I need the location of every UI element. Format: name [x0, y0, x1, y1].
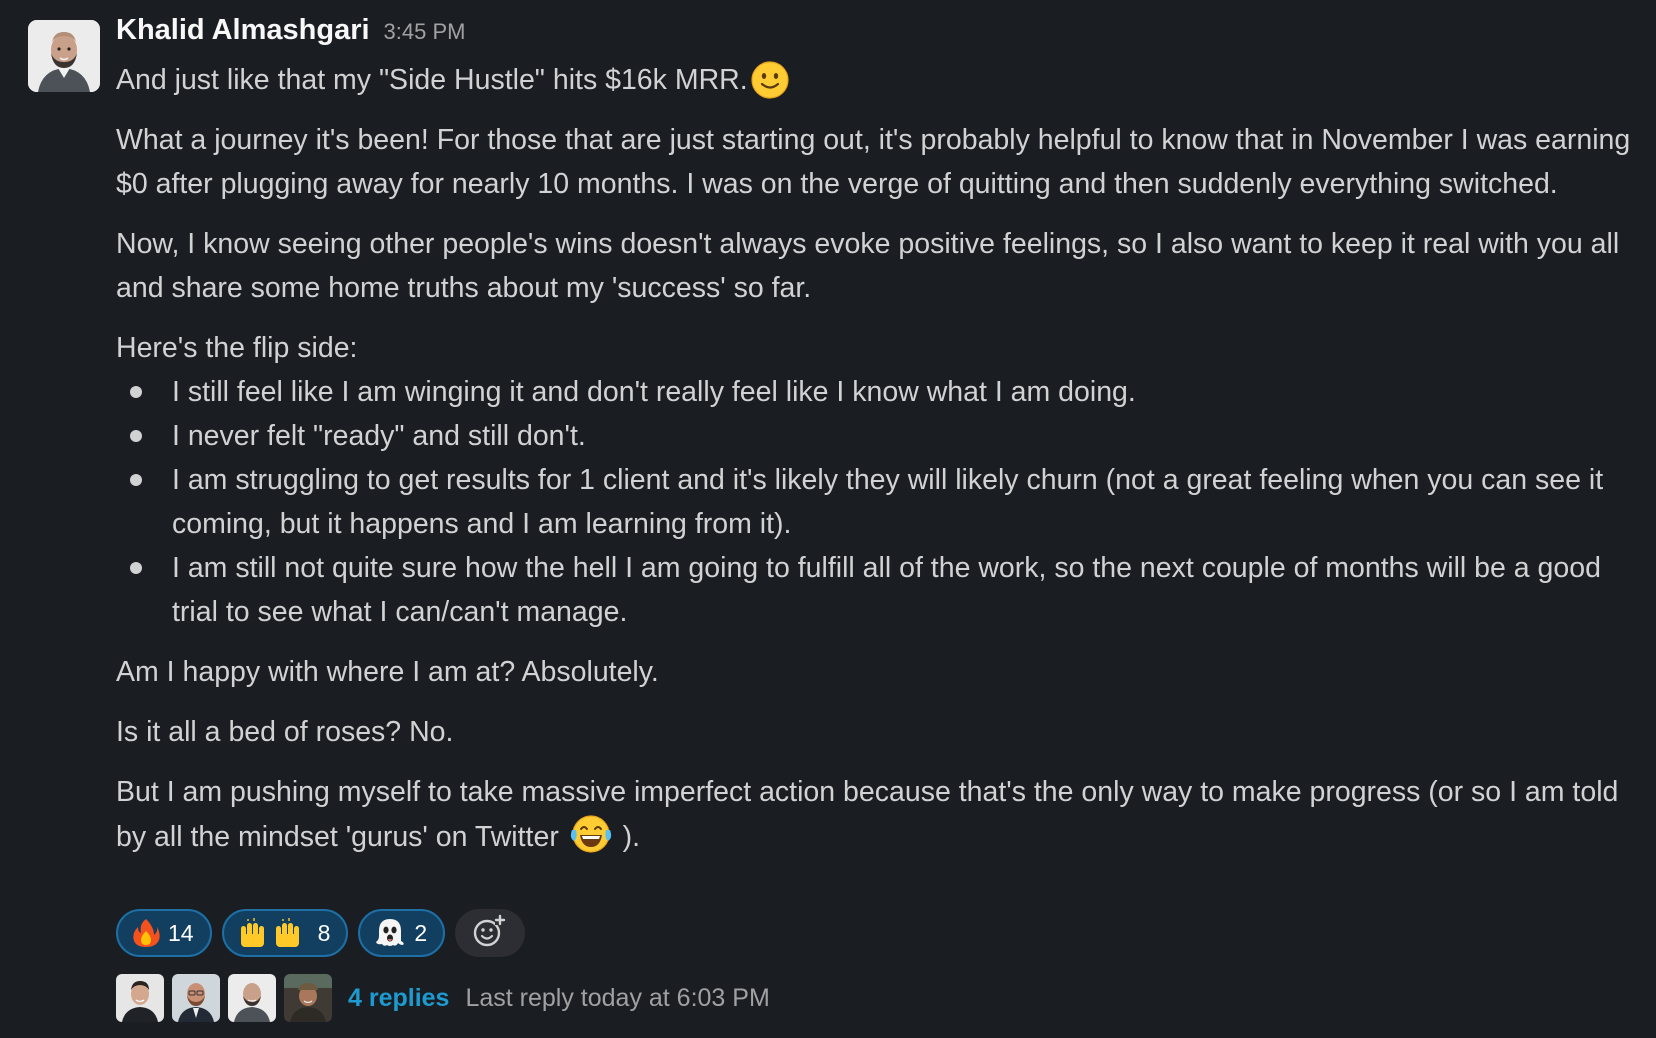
list-item-text: I never felt "ready" and still don't. [172, 420, 586, 452]
replies-link[interactable]: 4 replies [348, 984, 449, 1013]
paragraph-journey: What a journey it's been! For those that… [116, 124, 1631, 200]
message-timestamp[interactable]: 3:45 PM [384, 19, 466, 45]
replier-avatar[interactable] [116, 974, 164, 1022]
paragraph-last-text: But I am pushing myself to take massive … [116, 776, 1619, 853]
reaction-count: 8 [317, 919, 331, 946]
bullet-icon [130, 474, 142, 486]
flip-side-intro: Here's the flip side: [116, 332, 358, 364]
bullet-icon [130, 430, 142, 442]
author-avatar[interactable] [28, 20, 100, 92]
list-item: I am struggling to get results for 1 cli… [116, 458, 1646, 546]
raised-hands-icon [238, 918, 310, 948]
first-line-text: And just like that my "Side Hustle" hits… [116, 64, 748, 96]
paragraph-roses: Is it all a bed of roses? No. [116, 716, 454, 748]
last-reply-text: Last reply today at 6:03 PM [465, 983, 770, 1012]
paragraph-last: But I am pushing myself to take massive … [116, 770, 1646, 859]
thread-summary[interactable]: 4 replies Last reply today at 6:03 PM [116, 974, 770, 1022]
paragraph-last-end: ). [622, 821, 641, 853]
list-item: I am still not quite sure how the hell I… [116, 546, 1646, 634]
paragraph-keep-it-real: Now, I know seeing other people's wins d… [116, 228, 1620, 304]
replier-avatar[interactable] [228, 974, 276, 1022]
reaction-raised-hands[interactable]: 8 [221, 909, 349, 957]
add-reaction-icon [472, 914, 508, 953]
ghost-icon [374, 918, 406, 948]
paragraph-happy: Am I happy with where I am at? Absolutel… [116, 656, 659, 688]
message-first-line: And just like that my "Side Hustle" hits… [116, 58, 1646, 102]
reaction-ghost[interactable]: 2 [358, 909, 446, 957]
message-header: Khalid Almashgari 3:45 PM [116, 14, 1646, 58]
list-item-text: I am struggling to get results for 1 cli… [172, 464, 1604, 540]
flip-side-list: I still feel like I am winging it and do… [116, 370, 1646, 634]
bullet-icon [130, 386, 142, 398]
paragraph-flip-side: Here's the flip side: I still feel like … [116, 326, 1646, 634]
replier-avatar[interactable] [284, 974, 332, 1022]
list-item-text: I am still not quite sure how the hell I… [172, 552, 1601, 628]
list-item-text: I still feel like I am winging it and do… [172, 376, 1136, 408]
message-content: Khalid Almashgari 3:45 PM And just like … [116, 14, 1646, 859]
reactions-bar: 14 8 2 [116, 909, 526, 957]
reaction-count: 14 [168, 919, 194, 946]
slightly-smiling-face-icon [750, 60, 790, 100]
fire-icon [132, 918, 160, 948]
message: Khalid Almashgari 3:45 PM And just like … [0, 0, 1656, 1038]
add-reaction-button[interactable] [455, 909, 526, 957]
bullet-icon [130, 562, 142, 574]
reaction-count: 2 [414, 919, 428, 946]
joy-icon [569, 814, 613, 854]
author-name[interactable]: Khalid Almashgari [116, 14, 370, 47]
reaction-fire[interactable]: 14 [116, 909, 212, 957]
list-item: I still feel like I am winging it and do… [116, 370, 1646, 414]
list-item: I never felt "ready" and still don't. [116, 414, 1646, 458]
replier-avatar[interactable] [172, 974, 220, 1022]
